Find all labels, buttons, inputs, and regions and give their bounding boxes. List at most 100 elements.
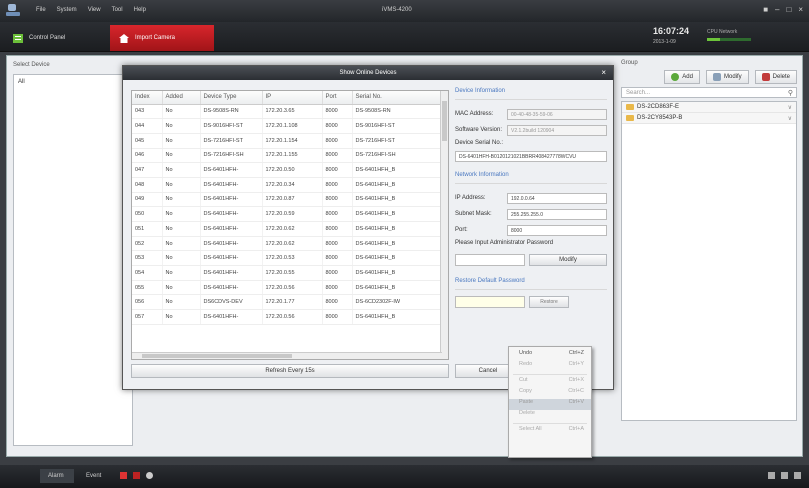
chevron-down-icon[interactable]: ∨: [788, 104, 792, 111]
device-tree[interactable]: All: [13, 74, 133, 446]
maximize-icon[interactable]: □: [786, 6, 791, 14]
cell-index: 043: [132, 104, 163, 120]
mac-field: 00-40-48-35-59-06: [507, 108, 607, 120]
table-row[interactable]: 052 No DS-6401HFH- 172.20.0.62 8000 DS-6401HF…: [132, 236, 443, 252]
ip-field[interactable]: 192.0.0.64: [507, 192, 607, 204]
table-row[interactable]: 047 No DS-6401HFH- 172.20.0.50 8000 DS-6401HF…: [132, 162, 443, 178]
menu-help[interactable]: Help: [134, 7, 146, 13]
table-row[interactable]: 046 No DS-7216HFI-SH 172.20.1.155 8000 DS-721…: [132, 148, 443, 164]
menu-system[interactable]: System: [57, 7, 77, 13]
restore-code-field[interactable]: [455, 296, 525, 308]
context-menu-item-select-all[interactable]: Select All Ctrl+A: [509, 426, 591, 437]
close-icon[interactable]: ×: [601, 66, 606, 80]
column-header-port[interactable]: Port: [322, 91, 353, 105]
table-row[interactable]: 057 No DS-6401HFH- 172.20.0.56 8000 DS-6401HF…: [132, 309, 443, 325]
table-row[interactable]: 056 No DS6CDVS-DEV 172.20.1.77 8000 DS-6CD230…: [132, 294, 443, 311]
mask-row: Subnet Mask: 255.255.255.0: [455, 206, 607, 222]
serial-field[interactable]: DS-6401HFH-B0120121021BBRR408427778WCVU: [455, 151, 607, 162]
tab-control-panel[interactable]: Control Panel: [4, 25, 104, 51]
device-info-panel: Device Information MAC Address: 00-40-48…: [455, 88, 607, 308]
cell-ip: 172.20.0.62: [262, 236, 323, 252]
cell-port: 8000: [322, 280, 353, 296]
context-menu-item-cut[interactable]: Cut Ctrl+X: [509, 377, 591, 388]
context-menu: Undo Ctrl+Z Redo Ctrl+Y Cut Ctrl+X Copy Ctrl+C P…: [508, 346, 592, 458]
search-icon[interactable]: ⚲: [788, 89, 793, 97]
table-row[interactable]: 043 No DS-9508S-RN 172.20.3.65 8000 DS-9508S-…: [132, 104, 443, 120]
cell-ip: 172.20.0.59: [262, 206, 323, 222]
modify-button[interactable]: Modify: [529, 254, 607, 266]
refresh-button[interactable]: Refresh Every 15s: [131, 364, 449, 378]
cell-ip: 172.20.1.155: [262, 148, 323, 164]
clock-date: 2013-1-09: [652, 39, 676, 45]
table-row[interactable]: 045 No DS-7216HFI-ST 172.20.1.154 8000 DS-721…: [132, 133, 443, 149]
tab-import-camera[interactable]: Import Camera: [110, 25, 214, 51]
column-header-serial[interactable]: Serial No.: [352, 91, 443, 105]
cell-device-type: DS-7216HFI-SH: [200, 148, 263, 164]
cell-port: 8000: [322, 236, 353, 252]
alarm-sound-icon[interactable]: [120, 472, 127, 479]
cell-ip: 172.20.0.50: [262, 162, 323, 178]
vertical-scrollbar[interactable]: [440, 91, 448, 359]
cell-index: 044: [132, 118, 163, 134]
horizontal-scrollbar[interactable]: [132, 352, 442, 359]
minimize-icon[interactable]: –: [775, 6, 779, 14]
lock-icon[interactable]: ■: [763, 6, 768, 14]
event-tab[interactable]: Event: [78, 469, 112, 483]
menu-bar: File System View Tool Help: [36, 7, 146, 13]
cell-index: 053: [132, 250, 163, 267]
alarm-clear-icon[interactable]: [133, 472, 140, 479]
button-label: Modify: [723, 74, 742, 80]
column-header-index[interactable]: Index: [132, 91, 163, 105]
modify-group-button[interactable]: Modify: [705, 70, 749, 84]
group-item[interactable]: DS-2CD863F-E ∨: [622, 102, 796, 113]
pin-icon[interactable]: [768, 472, 775, 479]
table-row[interactable]: 054 No DS-6401HFH- 172.20.0.55 8000 DS-6401HF…: [132, 265, 443, 281]
menu-separator: [513, 374, 587, 375]
menu-file[interactable]: File: [36, 7, 46, 13]
cell-serial: DS-6401HFH_B: [352, 162, 443, 178]
column-header-added[interactable]: Added: [162, 91, 201, 105]
settings-icon[interactable]: [146, 472, 153, 479]
close-icon[interactable]: ×: [798, 6, 803, 14]
cell-added: No: [162, 206, 201, 222]
context-menu-item-undo[interactable]: Undo Ctrl+Z: [509, 350, 591, 361]
table-row[interactable]: 053 No DS-6401HFH- 172.20.0.53 8000 DS-6401HF…: [132, 250, 443, 267]
menu-tool[interactable]: Tool: [112, 7, 123, 13]
cell-index: 045: [132, 133, 163, 149]
table-row[interactable]: 048 No DS-6401HFH- 172.20.0.34 8000 DS-6401HF…: [132, 177, 443, 193]
expand-icon[interactable]: [781, 472, 788, 479]
column-header-ip[interactable]: IP: [262, 91, 323, 105]
alarm-tab[interactable]: Alarm: [40, 469, 74, 483]
admin-password-field[interactable]: [455, 254, 525, 266]
menu-item-label: Paste: [519, 399, 534, 405]
collapse-icon[interactable]: [794, 472, 801, 479]
table-row[interactable]: 050 No DS-6401HFH- 172.20.0.59 8000 DS-6401HF…: [132, 206, 443, 222]
port-field[interactable]: 8000: [507, 224, 607, 236]
mask-field[interactable]: 255.255.255.0: [507, 208, 607, 220]
table-row[interactable]: 055 No DS-6401HFH- 172.20.0.56 8000 DS-6401HF…: [132, 280, 443, 296]
context-menu-item-redo[interactable]: Redo Ctrl+Y: [509, 361, 591, 372]
cell-port: 8000: [322, 250, 353, 267]
group-item[interactable]: DS-2CY8543P-B ∨: [622, 113, 796, 124]
context-menu-item-copy[interactable]: Copy Ctrl+C: [509, 388, 591, 399]
cell-added: No: [162, 118, 201, 134]
group-search-input[interactable]: Search... ⚲: [621, 87, 797, 98]
delete-group-button[interactable]: Delete: [754, 70, 797, 84]
menu-view[interactable]: View: [88, 7, 101, 13]
table-row[interactable]: 051 No DS-6401HFH- 172.20.0.62 8000 DS-6401HF…: [132, 221, 443, 237]
panel-title: Group: [621, 60, 638, 66]
restore-button[interactable]: Restore: [529, 296, 569, 308]
context-menu-item-paste[interactable]: Paste Ctrl+V: [509, 399, 591, 410]
chevron-down-icon[interactable]: ∨: [788, 115, 792, 122]
dialog-title-bar: Show Online Devices ×: [123, 66, 613, 80]
table-row[interactable]: 044 No DS-9016HFI-ST 172.20.1.108 8000 DS-901…: [132, 118, 443, 134]
cell-index: 055: [132, 280, 163, 296]
context-menu-item-delete[interactable]: Delete: [509, 410, 591, 421]
clock-time: 16:07:24: [652, 26, 689, 36]
table-row[interactable]: 049 No DS-6401HFH- 172.20.0.87 8000 DS-6401HF…: [132, 192, 443, 208]
tree-item-all[interactable]: All: [14, 75, 132, 89]
cell-device-type: DS-6401HFH-: [200, 309, 263, 325]
add-group-button[interactable]: Add: [664, 70, 700, 84]
cell-device-type: DS6CDVS-DEV: [200, 294, 263, 311]
column-header-device-type[interactable]: Device Type: [200, 91, 263, 105]
